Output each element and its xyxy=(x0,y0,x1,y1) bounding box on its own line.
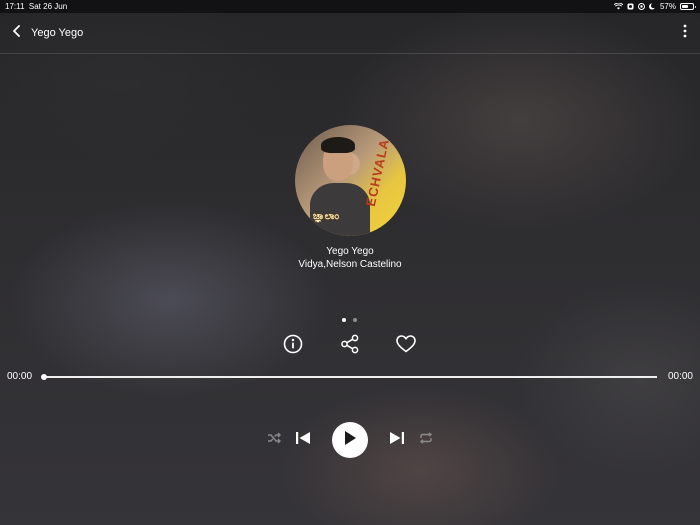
heart-icon xyxy=(396,334,416,358)
album-art-figure xyxy=(310,183,370,236)
page-title: Yego Yego xyxy=(31,27,84,39)
battery-percent: 57% xyxy=(659,2,676,11)
seek-bar[interactable] xyxy=(44,376,657,378)
location-icon xyxy=(637,3,645,10)
elapsed-time: 00:00 xyxy=(7,371,33,382)
album-art-text: ECHVALA xyxy=(363,137,393,208)
status-time: 17:11 xyxy=(5,2,25,11)
song-title: Yego Yego xyxy=(326,246,374,257)
album-art-hair xyxy=(321,137,355,153)
battery-level-fill xyxy=(682,5,688,8)
repeat-icon xyxy=(419,431,433,449)
favorite-button[interactable] xyxy=(395,334,417,358)
shuffle-icon xyxy=(267,431,281,449)
top-app-bar: Yego Yego xyxy=(0,13,700,54)
share-button[interactable] xyxy=(339,334,361,359)
chevron-left-icon xyxy=(12,24,22,42)
page-dot-1[interactable] xyxy=(342,318,346,322)
playback-controls xyxy=(0,422,700,458)
more-options-button[interactable] xyxy=(680,23,690,43)
next-button[interactable] xyxy=(388,431,406,449)
status-date: Sat 26 Jun xyxy=(28,2,68,11)
play-button[interactable] xyxy=(332,422,368,458)
song-artist: Vidya,Nelson Castelino xyxy=(298,259,402,270)
info-button[interactable] xyxy=(282,334,304,359)
battery-icon xyxy=(680,3,696,10)
total-time: 00:00 xyxy=(667,371,693,382)
skip-previous-icon xyxy=(295,431,311,450)
play-icon xyxy=(343,430,357,451)
album-art: ECHVALA ಜ್ಞಾಲಾಂ xyxy=(295,125,406,236)
previous-button[interactable] xyxy=(294,431,312,449)
repeat-button[interactable] xyxy=(418,432,434,448)
more-vertical-icon xyxy=(683,24,687,43)
page-dot-2[interactable] xyxy=(353,318,357,322)
page-indicator xyxy=(342,318,357,322)
moon-icon xyxy=(649,3,656,10)
wifi-icon xyxy=(613,3,623,10)
status-time-date: 17:11 Sat 26 Jun xyxy=(5,0,67,13)
action-row xyxy=(0,334,700,359)
back-button[interactable] xyxy=(8,23,26,43)
status-bar: 17:11 Sat 26 Jun 57% xyxy=(0,0,700,13)
album-art-caption: ಜ್ಞಾಲಾಂ xyxy=(313,211,340,222)
status-indicators: 57% xyxy=(613,0,696,13)
alarm-icon xyxy=(627,3,634,10)
info-icon xyxy=(283,334,303,359)
shuffle-button[interactable] xyxy=(266,432,282,448)
skip-next-icon xyxy=(389,431,405,450)
share-icon xyxy=(340,334,360,359)
seek-thumb[interactable] xyxy=(41,374,47,380)
